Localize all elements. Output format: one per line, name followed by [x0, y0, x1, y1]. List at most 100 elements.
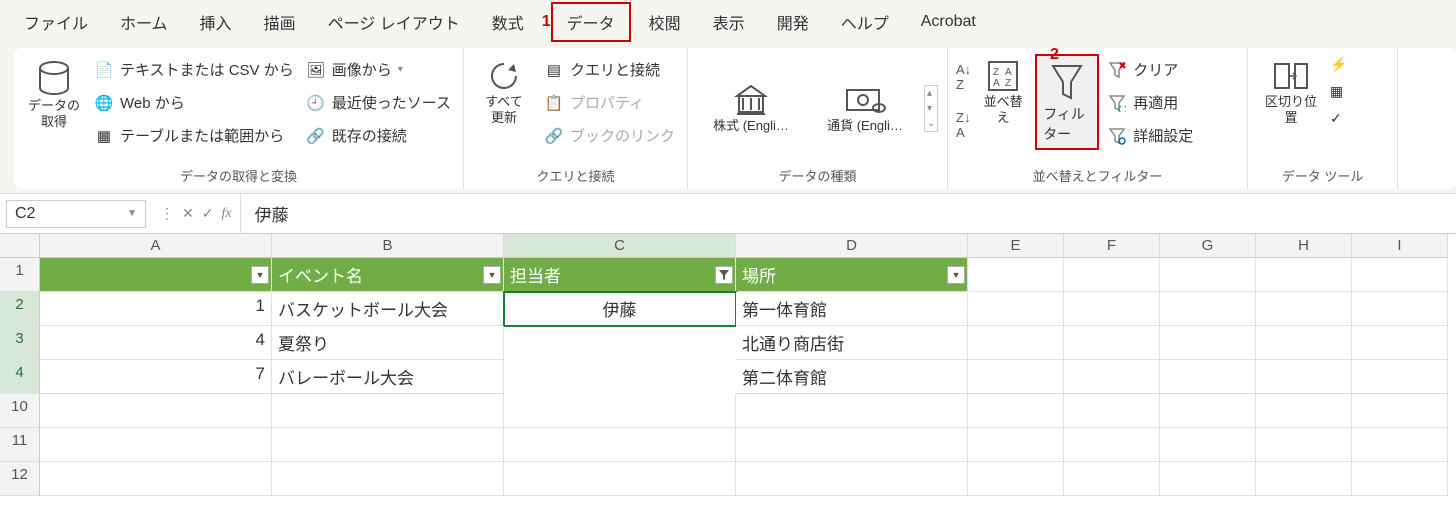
cell[interactable]	[1256, 326, 1352, 360]
cell[interactable]	[1064, 428, 1160, 462]
from-picture-button[interactable]: 🖼画像から▾	[302, 56, 455, 83]
cell[interactable]	[736, 428, 968, 462]
cell[interactable]	[968, 292, 1064, 326]
data-validation-icon[interactable]: ✓	[1330, 110, 1347, 127]
cell[interactable]	[272, 428, 504, 462]
cell[interactable]	[1160, 462, 1256, 496]
col-header-g[interactable]: G	[1160, 234, 1256, 258]
name-box-dropdown-icon[interactable]: ▼	[127, 208, 137, 219]
filter-active-icon[interactable]	[715, 266, 733, 284]
stocks-button[interactable]: 株式 (Engli…	[696, 78, 806, 138]
cell[interactable]	[1352, 258, 1448, 292]
name-box[interactable]: C2 ▼	[6, 200, 146, 228]
existing-connections-button[interactable]: 🔗既存の接続	[302, 122, 455, 149]
currency-button[interactable]: 通貨 (Engli…	[810, 78, 920, 138]
cell[interactable]	[736, 394, 968, 428]
cell[interactable]	[1256, 258, 1352, 292]
cell[interactable]: イベント名▼	[272, 258, 504, 292]
col-header-f[interactable]: F	[1064, 234, 1160, 258]
from-text-csv-button[interactable]: 📄テキストまたは CSV から	[90, 56, 298, 83]
cell[interactable]	[1256, 360, 1352, 394]
cell[interactable]	[1160, 292, 1256, 326]
cell[interactable]	[1352, 360, 1448, 394]
cell[interactable]	[504, 394, 736, 428]
row-header[interactable]: 4	[0, 360, 40, 394]
cell[interactable]	[1160, 394, 1256, 428]
cell[interactable]	[736, 462, 968, 496]
from-web-button[interactable]: 🌐Web から	[90, 89, 298, 116]
tab-home[interactable]: ホーム	[106, 4, 182, 40]
col-header-a[interactable]: A	[40, 234, 272, 258]
cell[interactable]	[1064, 462, 1160, 496]
advanced-filter-button[interactable]: 詳細設定	[1103, 122, 1197, 149]
cell[interactable]: 担当者	[504, 258, 736, 292]
cell[interactable]	[968, 258, 1064, 292]
cell[interactable]	[968, 326, 1064, 360]
tab-insert[interactable]: 挿入	[186, 4, 246, 40]
row-header[interactable]: 12	[0, 462, 40, 496]
cell[interactable]: 夏祭り	[272, 326, 504, 360]
tab-acrobat[interactable]: Acrobat	[907, 7, 990, 37]
tab-draw[interactable]: 描画	[250, 4, 310, 40]
select-all-corner[interactable]	[0, 234, 40, 258]
cell[interactable]: バスケットボール大会	[272, 292, 504, 326]
from-table-button[interactable]: ▦テーブルまたは範囲から	[90, 122, 298, 149]
cell[interactable]	[1352, 428, 1448, 462]
cell[interactable]	[504, 428, 736, 462]
row-header[interactable]: 1	[0, 258, 40, 292]
cell[interactable]: バレーボール大会	[272, 360, 504, 394]
cell[interactable]	[1352, 394, 1448, 428]
tab-developer[interactable]: 開発	[763, 4, 823, 40]
cell[interactable]	[1064, 326, 1160, 360]
cell[interactable]	[1352, 326, 1448, 360]
refresh-all-button[interactable]: すべて 更新	[472, 54, 536, 129]
sort-desc-icon[interactable]: Z↓A	[956, 110, 971, 140]
text-to-columns-button[interactable]: 区切り位置	[1256, 54, 1326, 129]
cell[interactable]	[1256, 428, 1352, 462]
fx-icon[interactable]: fx	[221, 206, 231, 222]
cell[interactable]	[1064, 394, 1160, 428]
row-header[interactable]: 2	[0, 292, 40, 326]
tab-review[interactable]: 校閲	[635, 4, 695, 40]
filter-dropdown-icon[interactable]: ▼	[483, 266, 501, 284]
cell[interactable]: 第二体育館	[736, 360, 968, 394]
cell[interactable]	[968, 462, 1064, 496]
cell[interactable]: ▼	[40, 258, 272, 292]
cell[interactable]	[1160, 428, 1256, 462]
cell[interactable]: 7	[40, 360, 272, 394]
cell[interactable]	[1352, 292, 1448, 326]
cell[interactable]	[968, 360, 1064, 394]
tab-view[interactable]: 表示	[699, 4, 759, 40]
queries-connections-button[interactable]: ▤クエリと接続	[540, 56, 679, 83]
get-data-button[interactable]: データの 取得	[22, 54, 86, 133]
cell[interactable]	[40, 462, 272, 496]
cell[interactable]	[1352, 462, 1448, 496]
formula-input[interactable]: 伊藤	[241, 197, 1456, 230]
sort-button[interactable]: ZAAZ 並べ替え	[975, 54, 1031, 129]
tab-file[interactable]: ファイル	[10, 4, 102, 40]
dropdown-icon[interactable]: ⋮	[160, 205, 174, 222]
confirm-icon[interactable]: ✓	[202, 205, 214, 222]
col-header-e[interactable]: E	[968, 234, 1064, 258]
cell[interactable]	[1160, 258, 1256, 292]
col-header-c[interactable]: C	[504, 234, 736, 258]
cell[interactable]	[1064, 360, 1160, 394]
filter-button[interactable]: フィルター	[1035, 54, 1099, 150]
clear-filter-button[interactable]: クリア	[1103, 56, 1197, 83]
recent-sources-button[interactable]: 🕘最近使ったソース	[302, 89, 455, 116]
cell[interactable]	[40, 394, 272, 428]
tab-formulas[interactable]: 数式	[478, 4, 538, 40]
tab-page-layout[interactable]: ページ レイアウト	[314, 4, 474, 40]
data-types-more-icon[interactable]: ⌄	[927, 118, 935, 129]
cell[interactable]	[968, 394, 1064, 428]
spreadsheet-grid[interactable]: A B C D E F G H I 1 ▼ イベント名▼ 担当者 場所▼ 2 1…	[0, 234, 1456, 496]
cell[interactable]	[1256, 462, 1352, 496]
cell[interactable]: 4	[40, 326, 272, 360]
cell[interactable]	[1064, 292, 1160, 326]
cell-selected[interactable]: 伊藤	[504, 292, 736, 326]
cell[interactable]	[272, 462, 504, 496]
tab-data[interactable]: データ	[551, 2, 631, 42]
row-header[interactable]: 3	[0, 326, 40, 360]
data-types-down-icon[interactable]: ▾	[927, 103, 935, 114]
col-header-h[interactable]: H	[1256, 234, 1352, 258]
